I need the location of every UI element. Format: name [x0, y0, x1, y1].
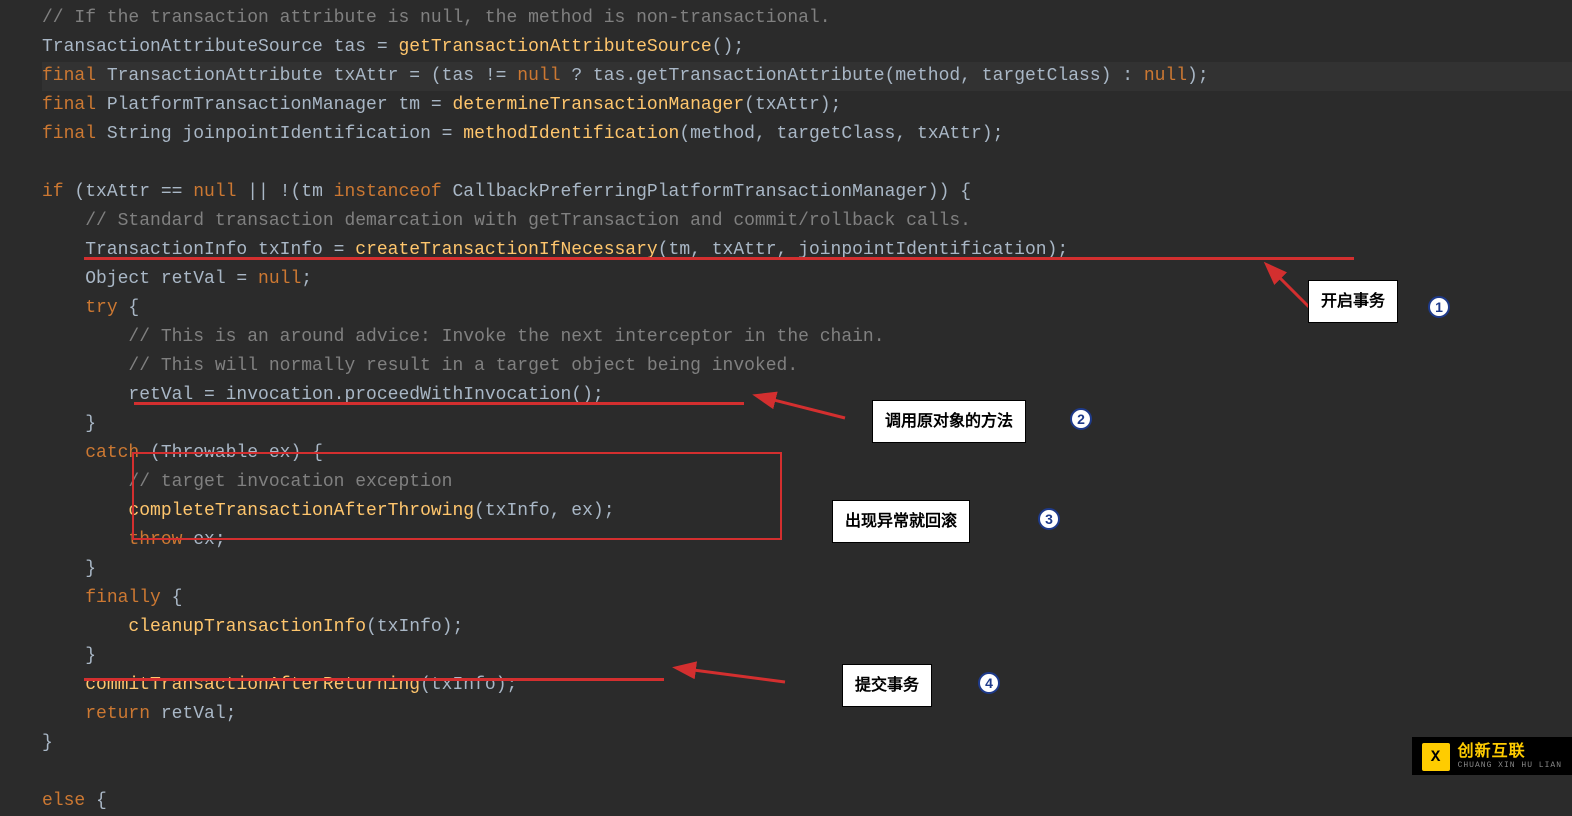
code-line: // This is an around advice: Invoke the … — [42, 323, 1572, 352]
code-line: retVal = invocation.proceedWithInvocatio… — [42, 381, 1572, 410]
watermark-title: 创新互联 — [1458, 744, 1562, 760]
code-line: // If the transaction attribute is null,… — [42, 4, 1572, 33]
code-line: if (txAttr == null || !(tm instanceof Ca… — [42, 178, 1572, 207]
code-line: return retVal; — [42, 700, 1572, 729]
code-line-highlighted: final TransactionAttribute txAttr = (tas… — [42, 62, 1572, 91]
code-line: } — [42, 410, 1572, 439]
code-line: // Standard transaction demarcation with… — [42, 207, 1572, 236]
code-line: finally { — [42, 584, 1572, 613]
code-line: final String joinpointIdentification = m… — [42, 120, 1572, 149]
code-line: throw ex; — [42, 526, 1572, 555]
comment: // If the transaction attribute is null,… — [42, 8, 831, 28]
code-line: } — [42, 729, 1572, 758]
code-line: completeTransactionAfterThrowing(txInfo,… — [42, 497, 1572, 526]
watermark: X 创新互联 CHUANG XIN HU LIAN — [1412, 737, 1572, 775]
code-line: // target invocation exception — [42, 468, 1572, 497]
watermark-text: 创新互联 CHUANG XIN HU LIAN — [1458, 744, 1562, 770]
code-line: } — [42, 555, 1572, 584]
watermark-logo-icon: X — [1422, 743, 1450, 771]
code-line: TransactionInfo txInfo = createTransacti… — [42, 236, 1572, 265]
code-line: try { — [42, 294, 1572, 323]
code-line: catch (Throwable ex) { — [42, 439, 1572, 468]
code-line: // This will normally result in a target… — [42, 352, 1572, 381]
code-line: final PlatformTransactionManager tm = de… — [42, 91, 1572, 120]
code-line: Object retVal = null; — [42, 265, 1572, 294]
code-line: } — [42, 642, 1572, 671]
code-line: TransactionAttributeSource tas = getTran… — [42, 33, 1572, 62]
code-line: cleanupTransactionInfo(txInfo); — [42, 613, 1572, 642]
watermark-subtitle: CHUANG XIN HU LIAN — [1458, 762, 1562, 770]
code-editor: // If the transaction attribute is null,… — [0, 0, 1572, 816]
code-line: commitTransactionAfterReturning(txInfo); — [42, 671, 1572, 700]
code-line-blank — [42, 149, 1572, 178]
code-line: else { — [42, 787, 1572, 816]
code-line-blank — [42, 758, 1572, 787]
